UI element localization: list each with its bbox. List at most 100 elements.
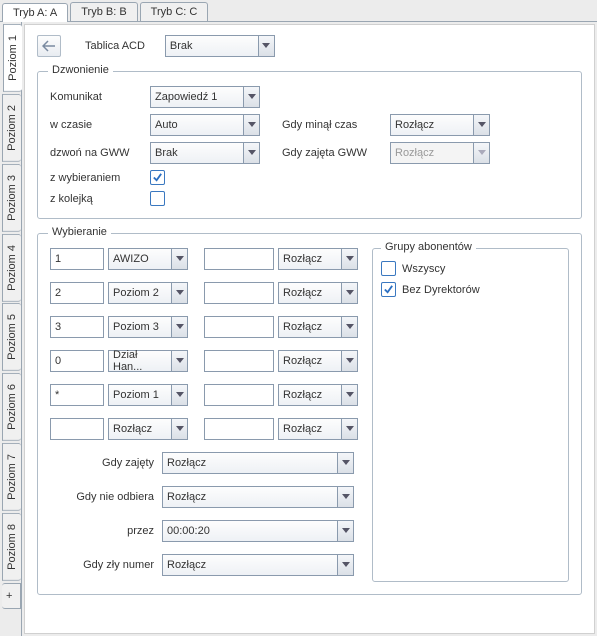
gdy-zly-value: Rozłącz xyxy=(167,559,206,571)
value2-input[interactable] xyxy=(204,384,274,406)
selection-rows: 1 AWIZO Rozłącz 2 Poziom 2 Rozłącz 3 Poziom 3 Ro… xyxy=(50,248,358,582)
chevron-down-icon xyxy=(171,249,187,269)
chevron-down-icon xyxy=(171,351,187,371)
action2-value: Rozłącz xyxy=(283,253,322,265)
gdy-zajeta-label: Gdy zajęta GWW xyxy=(282,147,382,159)
gdy-minal-value: Rozłącz xyxy=(395,119,434,131)
value2-input[interactable] xyxy=(204,418,274,440)
action1-value: Poziom 2 xyxy=(113,287,159,299)
action2-select[interactable]: Rozłącz xyxy=(278,350,358,372)
chevron-down-icon xyxy=(341,283,357,303)
tab-tryb-c[interactable]: Tryb C: C xyxy=(140,2,209,21)
bez-label: Bez Dyrektorów xyxy=(402,284,480,296)
wszyscy-checkbox[interactable] xyxy=(381,261,396,276)
digit-input[interactable]: 3 xyxy=(50,316,104,338)
chevron-down-icon xyxy=(337,453,353,473)
przez-label: przez xyxy=(50,525,158,537)
value2-input[interactable] xyxy=(204,350,274,372)
action1-value: AWIZO xyxy=(113,253,149,265)
przez-select[interactable]: 00:00:20 xyxy=(162,520,354,542)
action2-select[interactable]: Rozłącz xyxy=(278,384,358,406)
dzwon-select[interactable]: Brak xyxy=(150,142,260,164)
bottom-row: Gdy nie odbiera Rozłącz xyxy=(50,486,358,508)
vtab-poziom-4[interactable]: Poziom 4 xyxy=(2,234,21,302)
gdy-zajety-select[interactable]: Rozłącz xyxy=(162,452,354,474)
group-abonentow: Grupy abonentów Wszyscy Bez Dyrektorów xyxy=(372,248,569,582)
content-panel: Tablica ACD Brak Dzwonienie Komunikat Za… xyxy=(24,24,595,634)
vertical-tabs: Poziom 1 Poziom 2 Poziom 3 Poziom 4 Pozi… xyxy=(0,22,22,636)
action2-value: Rozłącz xyxy=(283,423,322,435)
digit-input[interactable]: * xyxy=(50,384,104,406)
selection-row: *Poziom 1 Rozłącz xyxy=(50,384,358,406)
acd-select[interactable]: Brak xyxy=(165,35,275,57)
group-wybieranie: Wybieranie 1AWIZORozłącz2Poziom 2Rozłącz… xyxy=(37,233,582,595)
gdy-nieodb-label: Gdy nie odbiera xyxy=(50,491,158,503)
value2-input[interactable] xyxy=(204,248,274,270)
tab-tryb-b[interactable]: Tryb B: B xyxy=(70,2,137,21)
tab-tryb-a[interactable]: Tryb A: A xyxy=(2,3,68,22)
vtab-poziom-1[interactable]: Poziom 1 xyxy=(3,24,22,92)
acd-label: Tablica ACD xyxy=(85,40,145,52)
action2-select[interactable]: Rozłącz xyxy=(278,282,358,304)
gdy-zly-label: Gdy zły numer xyxy=(50,559,158,571)
zwyb-checkbox[interactable] xyxy=(150,170,165,185)
zkol-checkbox[interactable] xyxy=(150,191,165,206)
action1-select[interactable]: Dział Han... xyxy=(108,350,188,372)
wczasie-select[interactable]: Auto xyxy=(150,114,260,136)
action2-select[interactable]: Rozłącz xyxy=(278,316,358,338)
vtab-add[interactable]: + xyxy=(2,583,21,609)
selection-row: 2 Poziom 2 Rozłącz xyxy=(50,282,358,304)
bez-checkbox[interactable] xyxy=(381,282,396,297)
value2-input[interactable] xyxy=(204,282,274,304)
chevron-down-icon xyxy=(341,249,357,269)
action1-select[interactable]: Poziom 3 xyxy=(108,316,188,338)
zkol-label: z kolejką xyxy=(50,193,142,205)
vtab-poziom-8[interactable]: Poziom 8 xyxy=(2,513,21,581)
action1-select[interactable]: Poziom 2 xyxy=(108,282,188,304)
komunikat-label: Komunikat xyxy=(50,91,142,103)
chevron-down-icon xyxy=(243,87,259,107)
selection-row: 3 Poziom 3 Rozłącz xyxy=(50,316,358,338)
action2-select[interactable]: Rozłącz xyxy=(278,248,358,270)
vtab-poziom-5[interactable]: Poziom 5 xyxy=(2,303,21,371)
chevron-down-icon xyxy=(473,143,489,163)
top-tabs: Tryb A: A Tryb B: B Tryb C: C xyxy=(0,0,597,22)
action1-select[interactable]: AWIZO xyxy=(108,248,188,270)
wszyscy-label: Wszyscy xyxy=(402,263,445,275)
digit-input[interactable]: 2 xyxy=(50,282,104,304)
digit-input[interactable]: 1 xyxy=(50,248,104,270)
action1-select[interactable]: Poziom 1 xyxy=(108,384,188,406)
value2-input[interactable] xyxy=(204,316,274,338)
chevron-down-icon xyxy=(341,419,357,439)
gdy-nieodb-select[interactable]: Rozłącz xyxy=(162,486,354,508)
chevron-down-icon xyxy=(171,283,187,303)
zwyb-label: z wybieraniem xyxy=(50,172,142,184)
vtab-poziom-6[interactable]: Poziom 6 xyxy=(2,373,21,441)
vtab-poziom-7[interactable]: Poziom 7 xyxy=(2,443,21,511)
chevron-down-icon xyxy=(258,36,274,56)
chevron-down-icon xyxy=(341,351,357,371)
gdy-minal-select[interactable]: Rozłącz xyxy=(390,114,490,136)
legend-wybieranie: Wybieranie xyxy=(48,226,111,238)
back-icon[interactable] xyxy=(37,35,61,57)
digit-input[interactable]: 0 xyxy=(50,350,104,372)
selection-row: 1 AWIZO Rozłącz xyxy=(50,248,358,270)
chevron-down-icon xyxy=(473,115,489,135)
action1-select[interactable]: Rozłącz xyxy=(108,418,188,440)
action1-value: Dział Han... xyxy=(113,349,169,373)
gdy-minal-label: Gdy minął czas xyxy=(282,119,382,131)
chevron-down-icon xyxy=(243,115,259,135)
komunikat-select[interactable]: Zapowiedź 1 xyxy=(150,86,260,108)
gdy-nieodb-value: Rozłącz xyxy=(167,491,206,503)
gdy-zly-select[interactable]: Rozłącz xyxy=(162,554,354,576)
vtab-poziom-2[interactable]: Poziom 2 xyxy=(2,94,21,162)
action2-value: Rozłącz xyxy=(283,287,322,299)
action2-value: Rozłącz xyxy=(283,389,322,401)
action2-select[interactable]: Rozłącz xyxy=(278,418,358,440)
vtab-poziom-3[interactable]: Poziom 3 xyxy=(2,164,21,232)
gdy-zajety-value: Rozłącz xyxy=(167,457,206,469)
digit-input[interactable] xyxy=(50,418,104,440)
przez-value: 00:00:20 xyxy=(167,525,210,537)
action1-value: Poziom 3 xyxy=(113,321,159,333)
bottom-row: Gdy zajętyRozłącz xyxy=(50,452,358,474)
